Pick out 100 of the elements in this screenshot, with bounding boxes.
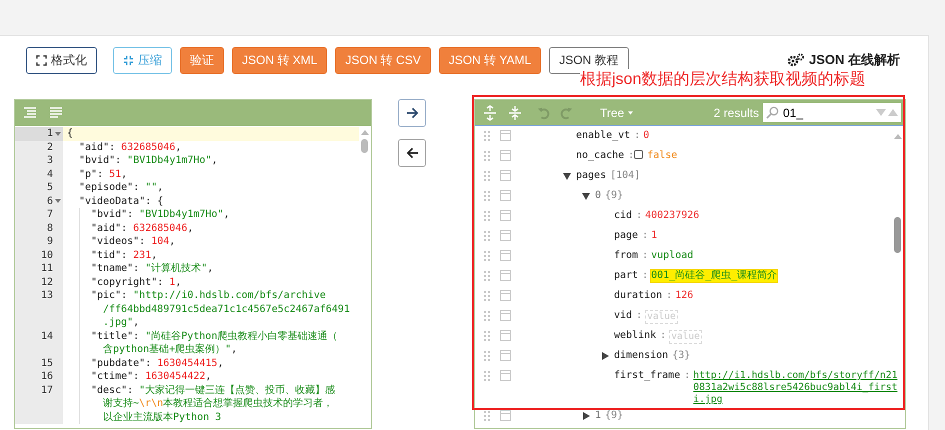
- colon: :: [133, 370, 140, 384]
- colon: :: [121, 289, 128, 302]
- scrollbar-thumb[interactable]: [894, 217, 901, 253]
- string-value: 以企业主流版本Python 3: [103, 410, 222, 424]
- punctuation: {: [67, 127, 74, 140]
- search-field[interactable]: 01_: [781, 106, 874, 120]
- item-count: [104]: [610, 170, 640, 182]
- search-field[interactable]: 01_: [763, 103, 901, 122]
- scrollbar-thumb[interactable]: [361, 139, 368, 153]
- indent-lines-icon[interactable]: [23, 107, 37, 119]
- right-arrow-icon: [406, 107, 418, 119]
- drag-handle-icon[interactable]: [484, 331, 490, 341]
- tree-key: part: [614, 270, 638, 282]
- string-value: "尚硅谷Python爬虫教程小白零基础速通（: [145, 330, 338, 343]
- string-value: vupload: [651, 250, 694, 262]
- tree-key: enable_vt: [576, 130, 630, 142]
- value-link[interactable]: http://i1.hdslb.com/bfs/storyff/n210831a2wi5c88lsre5426buc9abl4i_firsti.jpg: [693, 370, 898, 406]
- json-key: "pubdate": [91, 356, 146, 370]
- number-value: 632685046: [121, 140, 176, 154]
- next-result-icon[interactable]: [876, 109, 886, 116]
- line-number: 8: [46, 222, 53, 235]
- json-key: "title": [91, 330, 134, 343]
- toolbar-button[interactable]: JSON 转 YAML: [438, 46, 542, 74]
- transfer-button[interactable]: [398, 139, 426, 167]
- expand-all-icon[interactable]: [483, 104, 497, 120]
- drag-handle-icon[interactable]: [484, 131, 490, 141]
- json-key: "p": [79, 168, 98, 181]
- number-value: 632685046: [133, 222, 188, 235]
- drag-handle-icon[interactable]: [484, 411, 490, 421]
- context-menu-icon[interactable]: [500, 270, 511, 281]
- previous-result-icon[interactable]: [888, 109, 898, 116]
- drag-handle-icon[interactable]: [484, 211, 490, 221]
- drag-handle-icon[interactable]: [484, 191, 490, 201]
- colon: :: [642, 250, 648, 262]
- boolean-value: false: [647, 150, 678, 162]
- context-menu-icon[interactable]: [500, 310, 511, 321]
- colon: :: [636, 210, 642, 222]
- context-menu-icon[interactable]: [500, 350, 511, 361]
- json-key: "videos": [91, 235, 140, 248]
- transfer-button[interactable]: [398, 99, 426, 127]
- toolbar-button[interactable]: 格式化: [26, 46, 97, 74]
- mode-dropdown[interactable]: Tree: [594, 104, 640, 120]
- string-value: "计算机技术": [145, 262, 208, 276]
- annotation-text: 根据json数据的层次结构获取视频的标题: [580, 69, 866, 90]
- line-number: 12: [40, 276, 53, 289]
- string-value: /ff64bbd489791c5dea71c1c4567e5c2467af6491: [103, 302, 350, 316]
- drag-handle-icon[interactable]: [484, 251, 490, 261]
- toolbar-button[interactable]: 验证: [180, 46, 224, 74]
- colon: :: [97, 168, 104, 181]
- context-menu-icon[interactable]: [500, 170, 511, 181]
- drag-handle-icon[interactable]: [484, 171, 490, 181]
- expand-toggle-icon[interactable]: [582, 192, 590, 200]
- punctuation: ,: [121, 168, 128, 181]
- line-number: 16: [40, 370, 53, 384]
- json-key: "tid": [91, 248, 122, 262]
- json-key: "aid": [79, 140, 110, 154]
- checkbox[interactable]: [634, 150, 644, 159]
- string-value: .jpg": [103, 316, 134, 330]
- colon: :: [133, 330, 140, 343]
- number-value: 231: [133, 248, 152, 262]
- string-value: "http://i0.hdslb.com/bfs/archive: [133, 289, 326, 302]
- scroll-up-icon[interactable]: [361, 130, 369, 135]
- item-count: {9}: [605, 410, 624, 422]
- context-menu-icon[interactable]: [500, 130, 511, 141]
- json-key: "aid": [91, 222, 122, 235]
- number-value: 0: [643, 130, 650, 142]
- context-menu-icon[interactable]: [500, 370, 511, 381]
- punctuation: ,: [217, 356, 224, 370]
- expand-toggle-icon[interactable]: [600, 352, 608, 360]
- toolbar-button[interactable]: 压缩: [113, 46, 172, 74]
- lines-icon[interactable]: [49, 107, 63, 119]
- drag-handle-icon[interactable]: [484, 351, 490, 361]
- toolbar-button[interactable]: JSON 转 XML: [232, 46, 328, 74]
- punctuation: ,: [187, 222, 194, 235]
- context-menu-icon[interactable]: [500, 330, 511, 341]
- context-menu-icon[interactable]: [500, 150, 511, 161]
- drag-handle-icon[interactable]: [484, 311, 490, 321]
- context-menu-icon[interactable]: [500, 230, 511, 241]
- punctuation: ,: [151, 248, 158, 262]
- fold-caret-icon[interactable]: [55, 199, 61, 204]
- toolbar-button[interactable]: JSON 转 CSV: [335, 46, 431, 74]
- line-number: 14: [40, 330, 53, 343]
- drag-handle-icon[interactable]: [484, 271, 490, 281]
- context-menu-icon[interactable]: [500, 190, 511, 201]
- scroll-up-icon[interactable]: [894, 134, 902, 139]
- drag-handle-icon[interactable]: [484, 231, 490, 241]
- expand-toggle-icon[interactable]: [582, 412, 590, 420]
- context-menu-icon[interactable]: [500, 290, 511, 301]
- colon: :: [666, 290, 672, 302]
- number-value: 51: [109, 168, 122, 181]
- context-menu-icon[interactable]: [500, 210, 511, 221]
- expand-toggle-icon[interactable]: [562, 172, 570, 180]
- drag-handle-icon[interactable]: [484, 151, 490, 161]
- context-menu-icon[interactable]: [500, 410, 511, 421]
- drag-handle-icon[interactable]: [484, 371, 490, 381]
- context-menu-icon[interactable]: [500, 250, 511, 261]
- colon: :: [121, 222, 128, 235]
- drag-handle-icon[interactable]: [484, 291, 490, 301]
- fold-caret-icon[interactable]: [55, 132, 61, 136]
- collapse-all-icon[interactable]: [508, 104, 522, 120]
